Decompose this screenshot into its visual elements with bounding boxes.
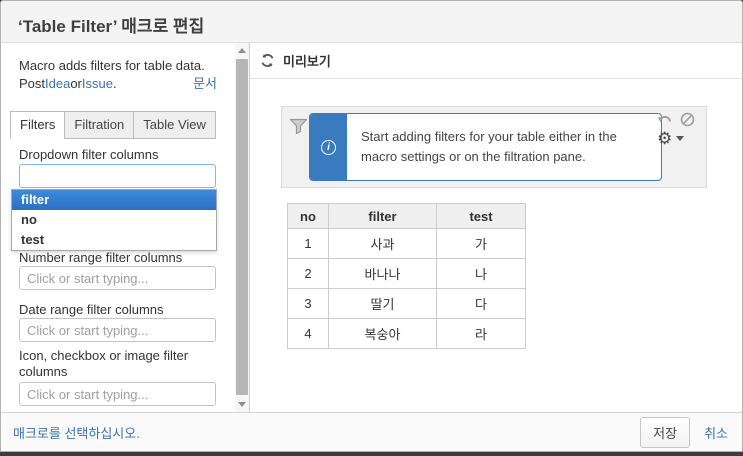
- or-text: or: [70, 76, 82, 91]
- cell: 복숭아: [328, 318, 437, 349]
- dropdown-options-list: filter no test: [11, 189, 217, 251]
- save-button[interactable]: 저장: [640, 417, 691, 448]
- cell: 바나나: [328, 258, 437, 289]
- refresh-icon[interactable]: [260, 53, 275, 68]
- cell: 사과: [328, 228, 437, 259]
- column-header-no: no: [287, 203, 329, 229]
- dropdown-option-filter[interactable]: filter: [12, 190, 216, 210]
- issue-link[interactable]: Issue: [82, 75, 113, 93]
- column-header-test: test: [436, 203, 526, 229]
- info-message-box: i Start adding filters for your table ei…: [309, 113, 662, 181]
- scrollbar-up-arrow[interactable]: [235, 43, 249, 58]
- tab-filters[interactable]: Filters: [10, 111, 66, 139]
- undo-icon[interactable]: [657, 112, 673, 127]
- preview-toolbar-box: i Start adding filters for your table ei…: [281, 106, 707, 188]
- macro-description: Macro adds filters for table data. Post …: [19, 57, 217, 93]
- dialog-footer: 매크로를 선택하십시오. 저장 취소: [1, 412, 742, 451]
- cancel-button[interactable]: 취소: [704, 423, 728, 442]
- preview-controls: ⚙: [657, 112, 699, 147]
- table-filter-macro-dialog: ‘Table Filter’ 매크로 편집 Macro adds filters…: [0, 0, 743, 452]
- triangle-up-icon: [238, 48, 246, 53]
- disable-filters-icon[interactable]: [680, 112, 695, 127]
- dropdown-option-no[interactable]: no: [12, 210, 216, 230]
- screen: ‘Table Filter’ 매크로 편집 Macro adds filters…: [0, 0, 743, 456]
- macro-settings-panel: Macro adds filters for table data. Post …: [1, 43, 235, 412]
- select-macro-link[interactable]: 매크로를 선택하십시오.: [13, 423, 140, 442]
- filter-funnel-icon[interactable]: [289, 118, 308, 135]
- cell: 3: [287, 288, 329, 319]
- table-row: 3 딸기 다: [287, 288, 526, 319]
- column-header-filter: filter: [328, 203, 437, 229]
- number-range-label: Number range filter columns: [19, 250, 183, 265]
- info-icon: i: [321, 139, 336, 155]
- cell: 2: [287, 258, 329, 289]
- preview-title: 미리보기: [283, 54, 331, 69]
- cell: 딸기: [328, 288, 437, 319]
- info-strip: i: [310, 114, 347, 180]
- cell: 1: [287, 228, 329, 259]
- dropdown-filter-label: Dropdown filter columns: [19, 147, 159, 162]
- date-range-label: Date range filter columns: [19, 302, 164, 317]
- macro-description-line2: Post Idea or Issue . 문서: [19, 75, 217, 93]
- tab-table-view[interactable]: Table View: [133, 111, 216, 139]
- preview-header: 미리보기: [250, 43, 742, 79]
- dropdown-option-test[interactable]: test: [12, 230, 216, 250]
- settings-scrollbar: [235, 43, 250, 412]
- cell: 가: [436, 228, 526, 259]
- icon-filter-label: Icon, checkbox or image filter columns: [19, 348, 189, 379]
- cell: 다: [436, 288, 526, 319]
- post-text: Post: [19, 76, 46, 91]
- preview-table: no filter test 1 사과 가 2 바나나 나 3 딸기 다 4 복…: [287, 203, 526, 349]
- documentation-link[interactable]: 문서: [193, 75, 217, 93]
- dialog-title: ‘Table Filter’ 매크로 편집: [18, 17, 205, 36]
- dropdown-filter-input[interactable]: [19, 164, 216, 188]
- triangle-down-icon: [238, 402, 246, 407]
- footer-buttons: 저장 취소: [640, 417, 728, 448]
- macro-description-line1: Macro adds filters for table data.: [19, 58, 205, 73]
- chevron-down-icon[interactable]: [676, 136, 685, 141]
- scrollbar-down-arrow[interactable]: [235, 397, 249, 412]
- table-row: 2 바나나 나: [287, 258, 526, 289]
- date-range-input[interactable]: [19, 318, 216, 342]
- icon-filter-input[interactable]: [19, 382, 216, 406]
- cell: 나: [436, 258, 526, 289]
- table-row: 1 사과 가: [287, 228, 526, 259]
- settings-tabs: Filters Filtration Table View: [10, 111, 216, 139]
- preview-panel: 미리보기 i Start adding filters for your tab…: [250, 43, 742, 412]
- dialog-titlebar: ‘Table Filter’ 매크로 편집: [1, 1, 742, 43]
- table-header-row: no filter test: [287, 203, 526, 229]
- page-background-strip: [0, 452, 743, 456]
- gear-icon[interactable]: ⚙: [657, 130, 672, 147]
- cell: 4: [287, 318, 329, 349]
- idea-link[interactable]: Idea: [45, 75, 70, 93]
- number-range-input[interactable]: [19, 266, 216, 290]
- tab-filtration[interactable]: Filtration: [64, 111, 135, 139]
- cell: 라: [436, 318, 526, 349]
- period-text: .: [112, 76, 117, 91]
- scrollbar-thumb[interactable]: [236, 59, 248, 395]
- info-message-text: Start adding filters for your table eith…: [361, 129, 617, 164]
- table-row: 4 복숭아 라: [287, 318, 526, 349]
